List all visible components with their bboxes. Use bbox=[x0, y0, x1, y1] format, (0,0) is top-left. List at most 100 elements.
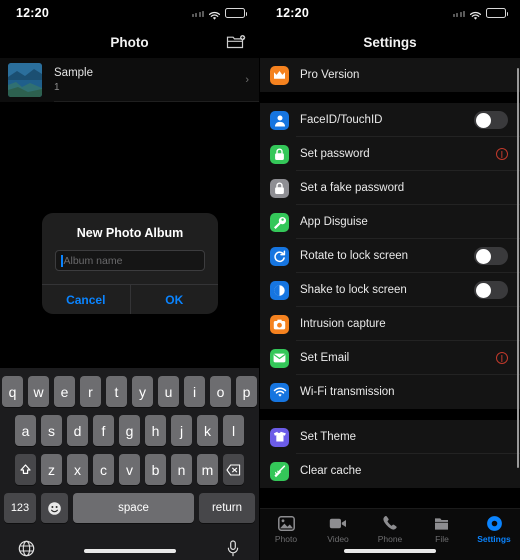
toggle-switch[interactable] bbox=[474, 247, 508, 265]
settings-row[interactable]: Set a fake password bbox=[260, 171, 520, 205]
photo-icon bbox=[277, 515, 295, 531]
settings-row[interactable]: FaceID/TouchID bbox=[260, 103, 520, 137]
ok-button[interactable]: OK bbox=[129, 285, 219, 314]
key-f[interactable]: f bbox=[93, 415, 114, 446]
key-c[interactable]: c bbox=[93, 454, 114, 485]
settings-row[interactable]: Clear cache bbox=[260, 454, 520, 488]
keyboard-row-2: asdfghjkl bbox=[0, 415, 259, 446]
settings-row[interactable]: Shake to lock screen bbox=[260, 273, 520, 307]
toggle-knob bbox=[475, 112, 491, 128]
key-l[interactable]: l bbox=[223, 415, 244, 446]
broom-icon bbox=[270, 461, 289, 481]
keyboard-row-3: zxcvbnm bbox=[0, 454, 259, 485]
photo-navbar: Photo bbox=[0, 26, 259, 58]
key-g[interactable]: g bbox=[119, 415, 140, 446]
tab-phone[interactable]: Phone bbox=[364, 515, 416, 544]
key-p[interactable]: p bbox=[236, 376, 257, 407]
key-q[interactable]: q bbox=[2, 376, 23, 407]
tab-photo[interactable]: Photo bbox=[260, 515, 312, 544]
settings-row-label: Intrusion capture bbox=[300, 318, 386, 330]
key-y[interactable]: y bbox=[132, 376, 153, 407]
dual-phone-screenshot: 12:20 Photo Sample 1 › New Photo Album A… bbox=[0, 0, 520, 560]
settings-group: Set Theme Clear cache bbox=[260, 420, 520, 488]
signal-icon bbox=[452, 9, 465, 17]
settings-row[interactable]: App Disguise bbox=[260, 205, 520, 239]
phone-icon bbox=[381, 515, 399, 531]
dialog-title: New Photo Album bbox=[76, 226, 184, 240]
key-r[interactable]: r bbox=[80, 376, 101, 407]
key-b[interactable]: b bbox=[145, 454, 166, 485]
tab-file[interactable]: File bbox=[416, 515, 468, 544]
status-indicators bbox=[452, 8, 508, 20]
file-icon bbox=[433, 515, 451, 531]
numbers-key[interactable]: 123 bbox=[4, 493, 36, 523]
status-time: 12:20 bbox=[276, 6, 309, 20]
key-j[interactable]: j bbox=[171, 415, 192, 446]
microphone-icon[interactable] bbox=[223, 538, 243, 558]
tab-label: Settings bbox=[477, 534, 511, 544]
page-title: Settings bbox=[363, 34, 417, 50]
settings-scroll-area[interactable]: Pro Version FaceID/TouchID Set password Set… bbox=[260, 58, 520, 528]
key-d[interactable]: d bbox=[67, 415, 88, 446]
key-m[interactable]: m bbox=[197, 454, 218, 485]
key-n[interactable]: n bbox=[171, 454, 192, 485]
tab-label: Video bbox=[327, 534, 349, 544]
settings-row-label: Wi-Fi transmission bbox=[300, 386, 395, 398]
warning-icon bbox=[496, 352, 508, 364]
page-title: Photo bbox=[110, 34, 149, 50]
text-caret bbox=[61, 254, 63, 267]
warning-icon bbox=[496, 148, 508, 160]
emoji-icon[interactable] bbox=[41, 493, 68, 523]
tab-bar: Photo Video Phone File Settings bbox=[260, 508, 520, 560]
key-x[interactable]: x bbox=[67, 454, 88, 485]
backspace-icon[interactable] bbox=[223, 454, 244, 485]
space-key[interactable]: space bbox=[73, 493, 194, 523]
key-v[interactable]: v bbox=[119, 454, 140, 485]
on-screen-keyboard: qwertyuiop asdfghjkl zxcvbnm 123 space r… bbox=[0, 368, 259, 560]
lock-icon bbox=[270, 144, 289, 164]
settings-groups: Pro Version FaceID/TouchID Set password Set… bbox=[260, 58, 520, 488]
return-key[interactable]: return bbox=[199, 493, 255, 523]
tab-video[interactable]: Video bbox=[312, 515, 364, 544]
new-folder-icon[interactable] bbox=[225, 32, 247, 52]
home-indicator bbox=[83, 549, 176, 553]
home-indicator bbox=[344, 549, 436, 553]
tab-settings[interactable]: Settings bbox=[468, 515, 520, 544]
key-e[interactable]: e bbox=[54, 376, 75, 407]
settings-group: Pro Version bbox=[260, 58, 520, 92]
key-o[interactable]: o bbox=[210, 376, 231, 407]
settings-row[interactable]: Set password bbox=[260, 137, 520, 171]
toggle-switch[interactable] bbox=[474, 281, 508, 299]
key-h[interactable]: h bbox=[145, 415, 166, 446]
dialog-header: New Photo Album bbox=[42, 213, 218, 250]
scrollbar[interactable] bbox=[516, 68, 519, 468]
settings-row-label: Clear cache bbox=[300, 465, 362, 477]
settings-row[interactable]: Pro Version bbox=[260, 58, 520, 92]
faceid-person-icon bbox=[270, 110, 289, 130]
key-s[interactable]: s bbox=[41, 415, 62, 446]
settings-row[interactable]: Rotate to lock screen bbox=[260, 239, 520, 273]
cancel-button[interactable]: Cancel bbox=[42, 285, 130, 314]
key-a[interactable]: a bbox=[15, 415, 36, 446]
globe-icon[interactable] bbox=[16, 538, 36, 558]
settings-row-label: Set Email bbox=[300, 352, 350, 364]
shift-icon[interactable] bbox=[15, 454, 36, 485]
settings-icon bbox=[485, 515, 503, 531]
settings-row-label: Set password bbox=[300, 148, 370, 160]
settings-row[interactable]: Intrusion capture bbox=[260, 307, 520, 341]
settings-row[interactable]: Set Email bbox=[260, 341, 520, 375]
key-i[interactable]: i bbox=[184, 376, 205, 407]
key-t[interactable]: t bbox=[106, 376, 127, 407]
keyboard-bottom-bar bbox=[0, 531, 259, 558]
album-name-input[interactable]: Album name bbox=[55, 250, 205, 271]
toggle-switch[interactable] bbox=[474, 111, 508, 129]
battery-icon bbox=[486, 8, 508, 18]
key-u[interactable]: u bbox=[158, 376, 179, 407]
dialog-field-wrap: Album name bbox=[42, 250, 218, 284]
key-w[interactable]: w bbox=[28, 376, 49, 407]
settings-row[interactable]: Set Theme bbox=[260, 420, 520, 454]
key-z[interactable]: z bbox=[41, 454, 62, 485]
tab-label: Phone bbox=[377, 534, 403, 544]
key-k[interactable]: k bbox=[197, 415, 218, 446]
settings-row[interactable]: Wi-Fi transmission bbox=[260, 375, 520, 409]
